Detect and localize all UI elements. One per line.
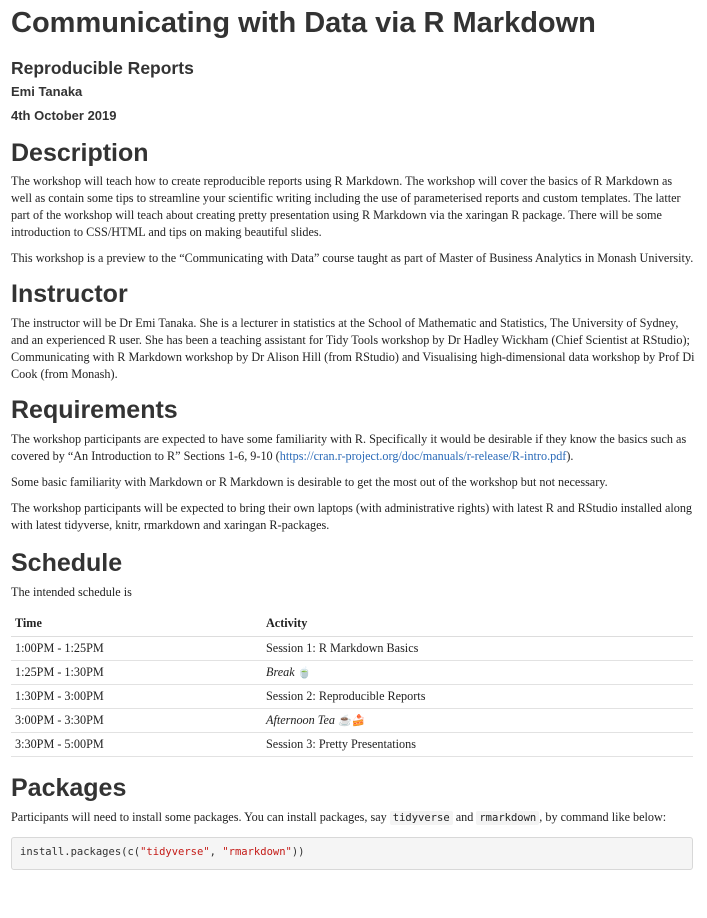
instructor-paragraph: The instructor will be Dr Emi Tanaka. Sh… — [11, 316, 695, 381]
author-name: Emi Tanaka — [11, 84, 83, 99]
time-cell: 1:25PM - 1:30PM — [11, 660, 262, 685]
r-intro-link[interactable]: https://cran.r-project.org/doc/manuals/r… — [280, 449, 567, 463]
schedule-intro: The intended schedule is — [11, 585, 132, 599]
time-cell: 3:30PM - 5:00PM — [11, 732, 262, 757]
page-subtitle: Reproducible Reports — [11, 58, 194, 78]
schedule-heading: Schedule — [11, 549, 123, 577]
table-row: 1:00PM - 1:25PM Session 1: R Markdown Ba… — [11, 636, 693, 661]
requirements-paragraph-2: Some basic familiarity with Markdown or … — [11, 475, 608, 489]
description-paragraph-2: This workshop is a preview to the “Commu… — [11, 251, 694, 265]
schedule-header-row: Time Activity — [11, 611, 693, 637]
activity-text: Afternoon Tea — [266, 713, 335, 727]
tea-bowl-icon: 🍵 — [297, 667, 312, 679]
coffee-cake-icon: ☕🍰 — [338, 715, 366, 727]
inline-code-rmarkdown: rmarkdown — [476, 811, 540, 825]
code-function: install.packages(c( — [20, 846, 141, 858]
code-string-tidyverse: "tidyverse" — [140, 846, 210, 858]
packages-text: Participants will need to install some p… — [11, 810, 390, 824]
code-string-rmarkdown: "rmarkdown" — [222, 846, 292, 858]
code-separator: , — [209, 846, 223, 858]
description-paragraph-1: The workshop will teach how to create re… — [11, 174, 681, 239]
activity-cell: Session 1: R Markdown Basics — [262, 636, 693, 661]
table-row: 1:30PM - 3:00PM Session 2: Reproducible … — [11, 684, 693, 709]
document-date: 4th October 2019 — [11, 108, 117, 123]
activity-cell: Break 🍵 — [262, 660, 693, 685]
packages-paragraph: Participants will need to install some p… — [11, 809, 696, 827]
requirements-paragraph-3: The workshop participants will be expect… — [11, 501, 693, 532]
column-header-activity: Activity — [262, 611, 693, 637]
description-heading: Description — [11, 139, 149, 167]
table-row: 1:25PM - 1:30PM Break 🍵 — [11, 660, 693, 685]
activity-cell: Afternoon Tea ☕🍰 — [262, 708, 693, 733]
packages-heading: Packages — [11, 774, 127, 802]
time-cell: 1:00PM - 1:25PM — [11, 636, 262, 661]
requirements-heading: Requirements — [11, 396, 178, 424]
packages-text-end: , by command like below: — [539, 810, 667, 824]
code-close: )) — [291, 846, 305, 858]
activity-cell: Session 2: Reproducible Reports — [262, 684, 693, 709]
activity-cell: Session 3: Pretty Presentations — [262, 732, 693, 757]
schedule-table: Time Activity 1:00PM - 1:25PM Session 1:… — [11, 611, 693, 757]
page-title: Communicating with Data via R Markdown — [11, 7, 596, 39]
activity-text: Break — [266, 665, 295, 679]
table-row: 3:00PM - 3:30PM Afternoon Tea ☕🍰 — [11, 708, 693, 733]
document: Communicating with Data via R Markdown R… — [0, 0, 707, 870]
column-header-time: Time — [11, 611, 262, 637]
packages-text-mid: and — [452, 810, 477, 824]
requirements-text-end: ). — [566, 449, 574, 463]
inline-code-tidyverse: tidyverse — [389, 811, 453, 825]
code-block[interactable]: install.packages(c("tidyverse", "rmarkdo… — [11, 837, 693, 870]
time-cell: 1:30PM - 3:00PM — [11, 684, 262, 709]
instructor-heading: Instructor — [11, 280, 128, 308]
requirements-paragraph-1: The workshop participants are expected t… — [11, 431, 696, 465]
table-row: 3:30PM - 5:00PM Session 3: Pretty Presen… — [11, 732, 693, 757]
time-cell: 3:00PM - 3:30PM — [11, 708, 262, 733]
